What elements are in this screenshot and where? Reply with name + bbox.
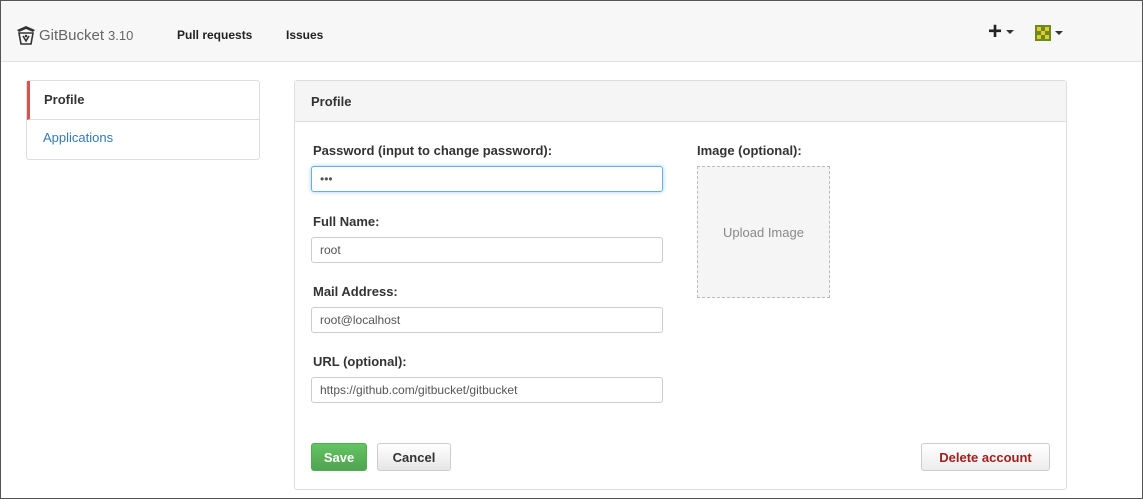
plus-icon: + <box>988 18 1003 45</box>
nav-pull-requests[interactable]: Pull requests <box>177 28 252 42</box>
avatar-icon <box>1035 25 1051 41</box>
password-input[interactable] <box>311 166 663 192</box>
app-window: GitBucket 3.10 Pull requests Issues + Pr… <box>0 0 1143 499</box>
create-new-menu[interactable]: + <box>988 18 1015 45</box>
url-input[interactable] <box>311 377 663 403</box>
gitbucket-logo-icon <box>17 26 35 45</box>
user-menu[interactable] <box>1035 25 1063 41</box>
image-label: Image (optional): <box>697 143 802 158</box>
mail-label: Mail Address: <box>313 284 398 299</box>
chevron-down-icon <box>1055 31 1063 35</box>
save-button[interactable]: Save <box>311 443 367 471</box>
upload-image-label: Upload Image <box>723 224 804 240</box>
password-label: Password (input to change password): <box>313 143 553 158</box>
brand-version: 3.10 <box>108 27 134 43</box>
fullname-input[interactable] <box>311 237 663 263</box>
profile-panel: Profile Password (input to change passwo… <box>294 80 1067 490</box>
top-navbar: GitBucket 3.10 Pull requests Issues + <box>1 1 1142 62</box>
upload-image-dropzone[interactable]: Upload Image <box>697 166 830 298</box>
brand-name: GitBucket <box>39 26 105 44</box>
sidebar-item-profile[interactable]: Profile <box>27 81 259 120</box>
chevron-down-icon <box>1006 30 1015 34</box>
sidebar-item-applications[interactable]: Applications <box>27 121 259 160</box>
brand-link[interactable]: GitBucket 3.10 <box>15 24 133 46</box>
mail-input[interactable] <box>311 307 663 333</box>
delete-account-button[interactable]: Delete account <box>921 443 1050 471</box>
cancel-button[interactable]: Cancel <box>377 443 451 471</box>
fullname-label: Full Name: <box>313 214 380 229</box>
panel-title: Profile <box>295 81 1066 122</box>
nav-issues[interactable]: Issues <box>286 28 323 42</box>
url-label: URL (optional): <box>313 354 407 369</box>
settings-sidebar: Profile Applications <box>26 80 260 160</box>
